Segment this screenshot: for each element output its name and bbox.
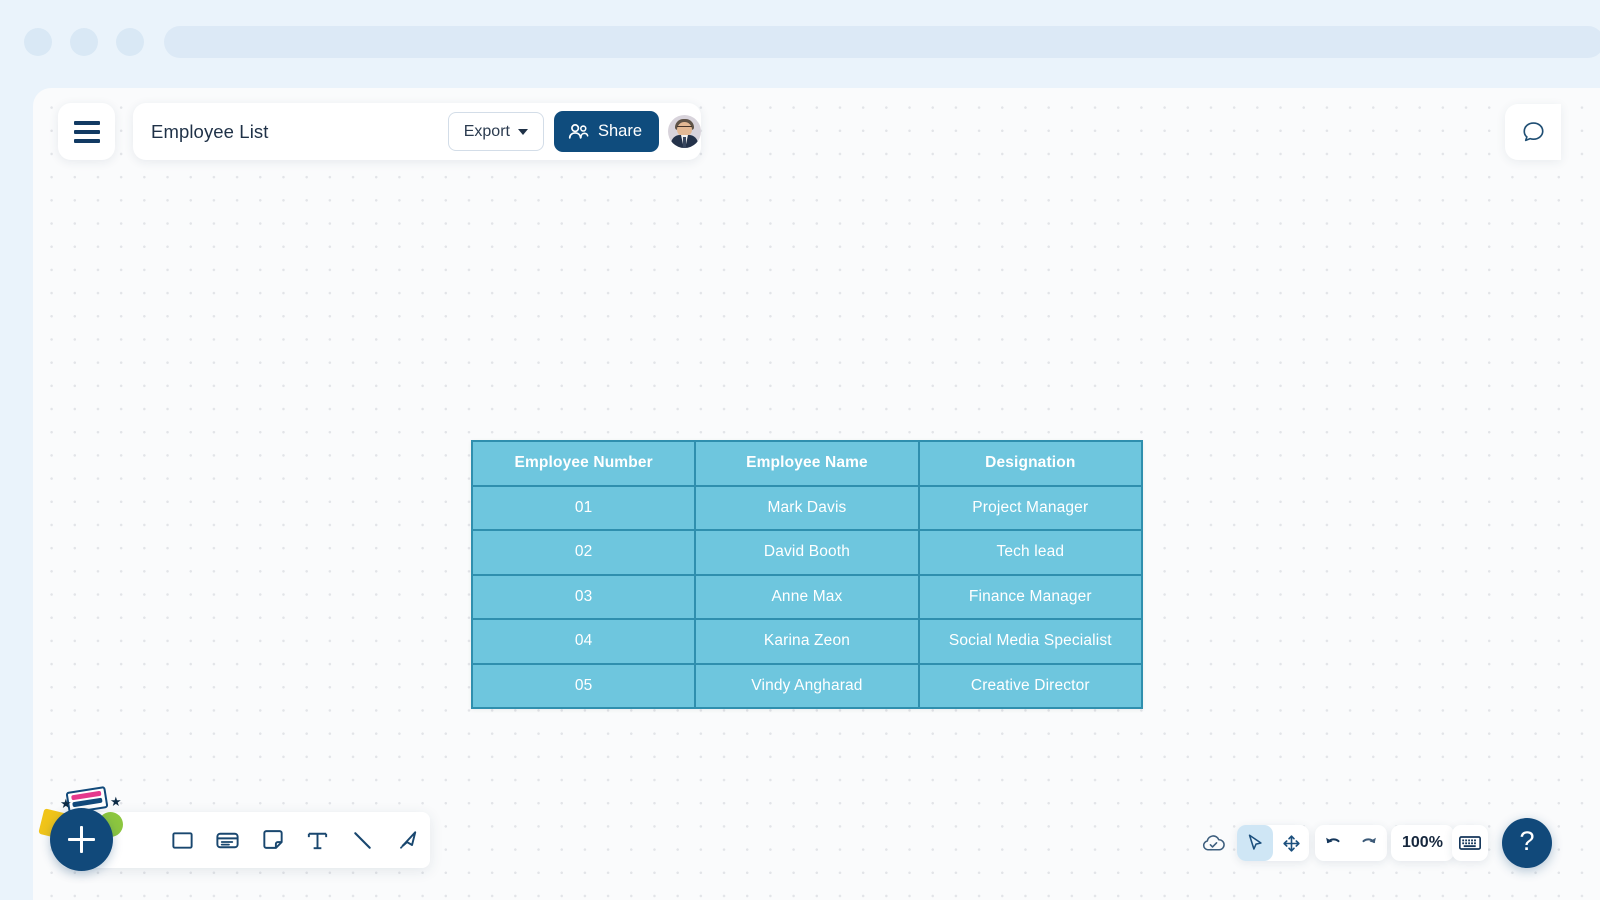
share-label: Share (597, 122, 642, 140)
cell-designation: Social Media Specialist (917, 618, 1144, 665)
browser-address-bar[interactable] (164, 26, 1600, 58)
avatar-tie (683, 137, 686, 148)
cell-employee-number: 03 (470, 573, 697, 620)
table-row[interactable]: 05 Vindy Angharad Creative Director (470, 662, 1144, 709)
cell-employee-name: Mark Davis (694, 484, 920, 531)
cell-designation: Creative Director (917, 662, 1144, 709)
move-arrows-icon[interactable] (1273, 825, 1309, 861)
cell-employee-name: Karina Zeon (694, 618, 920, 665)
main-menu-button[interactable] (58, 103, 115, 160)
add-button[interactable] (50, 808, 113, 871)
table-col-designation: Designation (917, 440, 1144, 487)
table-row[interactable]: 01 Mark Davis Project Manager (470, 484, 1144, 531)
comment-bubble-icon (1522, 121, 1544, 141)
cell-employee-name: Vindy Angharad (694, 662, 920, 709)
export-button[interactable]: Export (447, 112, 544, 151)
chevron-down-icon (517, 128, 528, 135)
keyboard-shortcuts-button[interactable] (1452, 825, 1488, 861)
window-dot-close[interactable] (24, 28, 52, 56)
export-label: Export (463, 122, 510, 140)
cursor-arrow-icon[interactable] (1237, 825, 1273, 861)
cell-employee-number: 04 (470, 618, 697, 665)
avatar[interactable] (668, 115, 701, 148)
whiteboard-canvas[interactable]: Employee Number Employee Name Designatio… (33, 88, 1600, 900)
document-toolbar: Employee List Export Share (133, 103, 701, 160)
table-col-employee-number: Employee Number (470, 440, 697, 487)
confetti-star: ★ (60, 796, 72, 811)
page-title[interactable]: Employee List (151, 121, 448, 143)
window-dot-minimize[interactable] (70, 28, 98, 56)
table-row[interactable]: 03 Anne Max Finance Manager (470, 573, 1144, 620)
cell-designation: Project Manager (917, 484, 1144, 531)
shape-rectangle-icon[interactable] (160, 814, 205, 866)
cell-employee-name: David Booth (694, 529, 920, 576)
people-icon (568, 124, 589, 139)
card-icon[interactable] (205, 814, 250, 866)
pointer-tools-group (1237, 825, 1309, 861)
window-dot-maximize[interactable] (116, 28, 144, 56)
table-col-employee-name: Employee Name (694, 440, 920, 487)
help-label: ? (1519, 826, 1535, 856)
table-row[interactable]: 04 Karina Zeon Social Media Specialist (470, 618, 1144, 665)
share-button[interactable]: Share (553, 111, 659, 152)
hamburger-icon (73, 120, 100, 143)
cell-employee-name: Anne Max (694, 573, 920, 620)
text-icon[interactable] (295, 814, 340, 866)
help-button[interactable]: ? (1502, 818, 1552, 868)
employee-table[interactable]: Employee Number Employee Name Designatio… (470, 440, 1144, 709)
cell-employee-number: 05 (470, 662, 697, 709)
comments-button[interactable] (1505, 104, 1561, 160)
keyboard-icon (1452, 825, 1488, 861)
cell-designation: Tech lead (917, 529, 1144, 576)
table-header-row: Employee Number Employee Name Designatio… (470, 440, 1144, 487)
cell-employee-number: 01 (470, 484, 697, 531)
zoom-level: 100% (1402, 834, 1443, 851)
redo-arrow-icon[interactable] (1351, 825, 1387, 861)
confetti-star: ★ (110, 794, 122, 809)
sticky-note-icon[interactable] (250, 814, 295, 866)
line-icon[interactable] (340, 814, 385, 866)
cell-designation: Finance Manager (917, 573, 1144, 620)
zoom-control[interactable]: 100% (1391, 825, 1454, 861)
table-row[interactable]: 02 David Booth Tech lead (470, 529, 1144, 576)
browser-chrome (0, 0, 1600, 88)
cloud-saved-icon (1200, 830, 1227, 862)
cell-employee-number: 02 (470, 529, 697, 576)
pen-icon[interactable] (385, 814, 430, 866)
avatar-glasses (677, 126, 692, 130)
history-group (1315, 825, 1387, 861)
undo-arrow-icon[interactable] (1315, 825, 1351, 861)
